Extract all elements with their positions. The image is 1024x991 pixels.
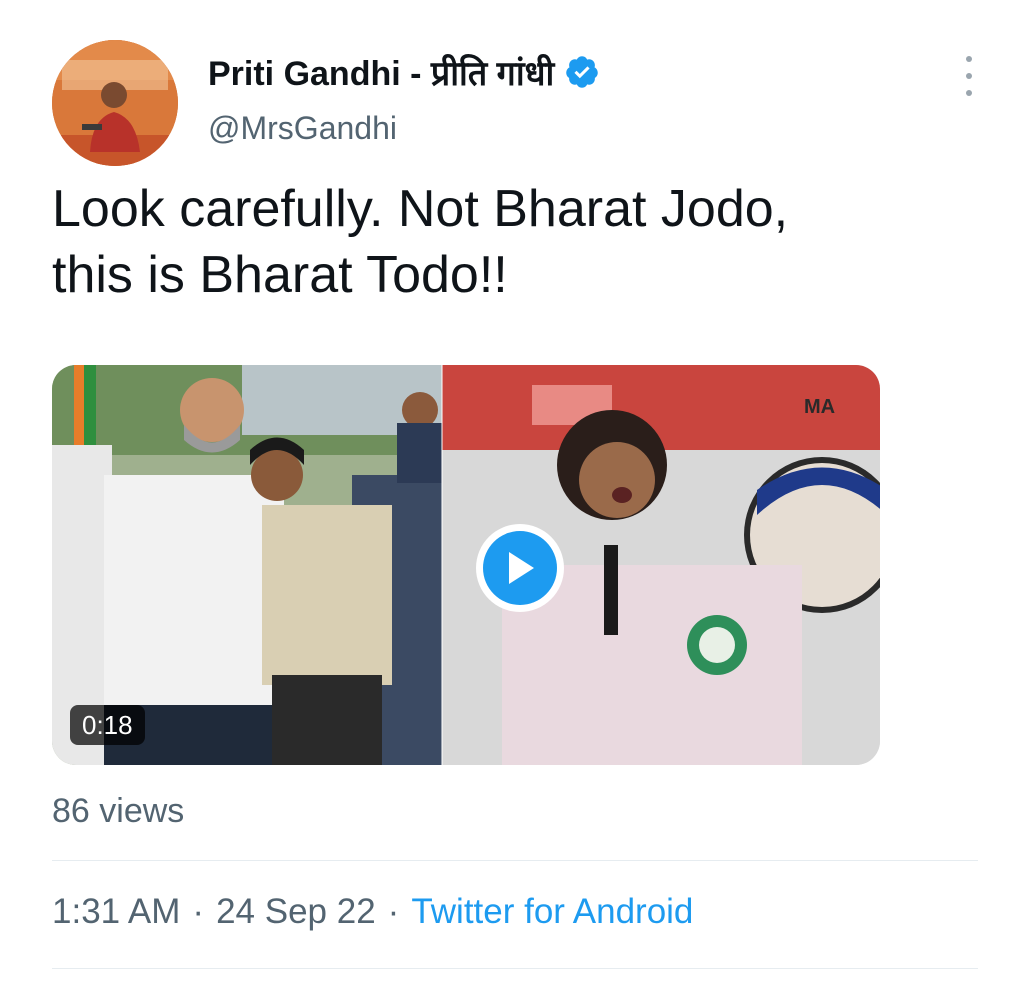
- tweet-meta: 1:31 AM · 24 Sep 22 · Twitter for Androi…: [52, 892, 693, 932]
- tweet-text-line-2: this is Bharat Todo!!: [52, 246, 508, 304]
- dot: [966, 56, 972, 62]
- tweet-text: Look carefully. Not Bharat Jodo, this is…: [52, 176, 982, 308]
- video-player[interactable]: MA 0:18: [52, 365, 880, 765]
- play-button-circle: [483, 531, 557, 605]
- view-count: 86 views: [52, 792, 185, 830]
- avatar[interactable]: [52, 40, 178, 166]
- user-handle[interactable]: @MrsGandhi: [208, 110, 397, 147]
- tweet-detail: Priti Gandhi - प्रीति गांधी @MrsGandhi L…: [0, 0, 1024, 991]
- verified-badge-icon: [564, 54, 600, 90]
- tweet-source-link[interactable]: Twitter for Android: [411, 892, 693, 932]
- play-button[interactable]: [476, 524, 564, 612]
- divider-top: [52, 860, 978, 861]
- dot: [966, 73, 972, 79]
- separator: ·: [192, 892, 205, 931]
- more-options-icon[interactable]: [956, 56, 982, 96]
- play-icon: [509, 552, 534, 584]
- tweet-date[interactable]: 24 Sep 22: [216, 892, 376, 932]
- separator: ·: [387, 892, 400, 931]
- dot: [966, 90, 972, 96]
- name-row: Priti Gandhi - प्रीति गांधी: [208, 50, 600, 94]
- tweet-text-line-1: Look carefully. Not Bharat Jodo,: [52, 180, 789, 238]
- tweet-time[interactable]: 1:31 AM: [52, 892, 180, 932]
- video-duration-badge: 0:18: [70, 705, 145, 745]
- display-name[interactable]: Priti Gandhi - प्रीति गांधी: [208, 49, 554, 95]
- channel-logo: MA: [804, 396, 835, 418]
- divider-bottom: [52, 968, 978, 969]
- video-thumbnail: MA: [52, 365, 880, 765]
